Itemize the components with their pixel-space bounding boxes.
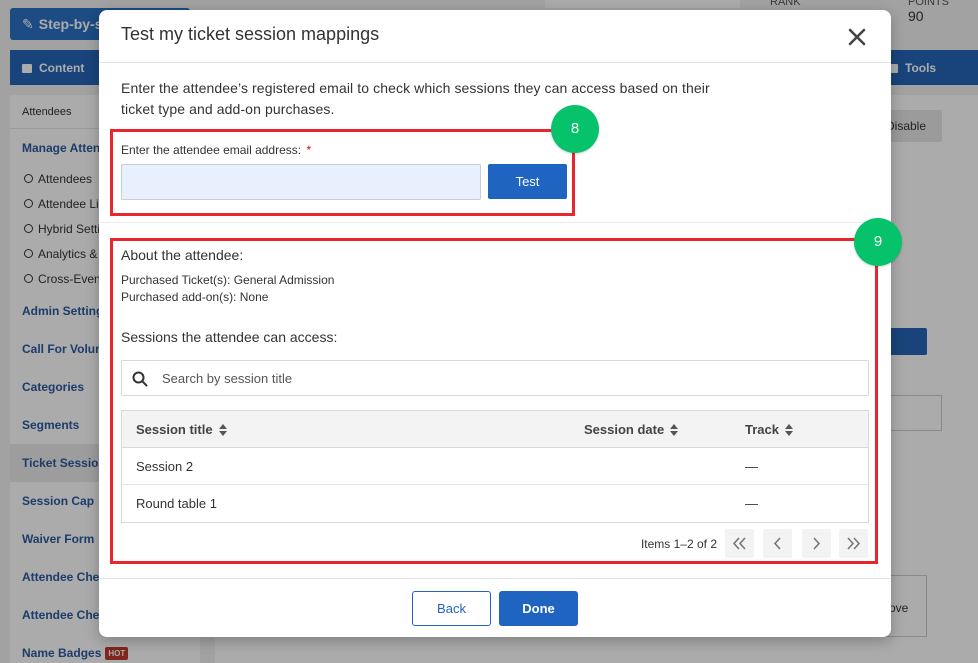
highlight-box-email xyxy=(110,129,575,216)
step-badge-8: 8 xyxy=(551,105,599,153)
modal-intro-text: Enter the attendee’s registered email to… xyxy=(121,80,710,117)
section-divider xyxy=(99,222,891,223)
step-badge-9: 9 xyxy=(854,218,902,266)
modal-title: Test my ticket session mappings xyxy=(121,24,380,44)
modal-footer: Back Done xyxy=(99,578,891,637)
highlight-box-results xyxy=(110,238,878,564)
close-button[interactable] xyxy=(845,25,869,49)
back-button[interactable]: Back xyxy=(412,591,491,626)
modal-header: Test my ticket session mappings xyxy=(99,10,891,63)
close-icon xyxy=(848,28,866,46)
done-button[interactable]: Done xyxy=(499,591,578,626)
